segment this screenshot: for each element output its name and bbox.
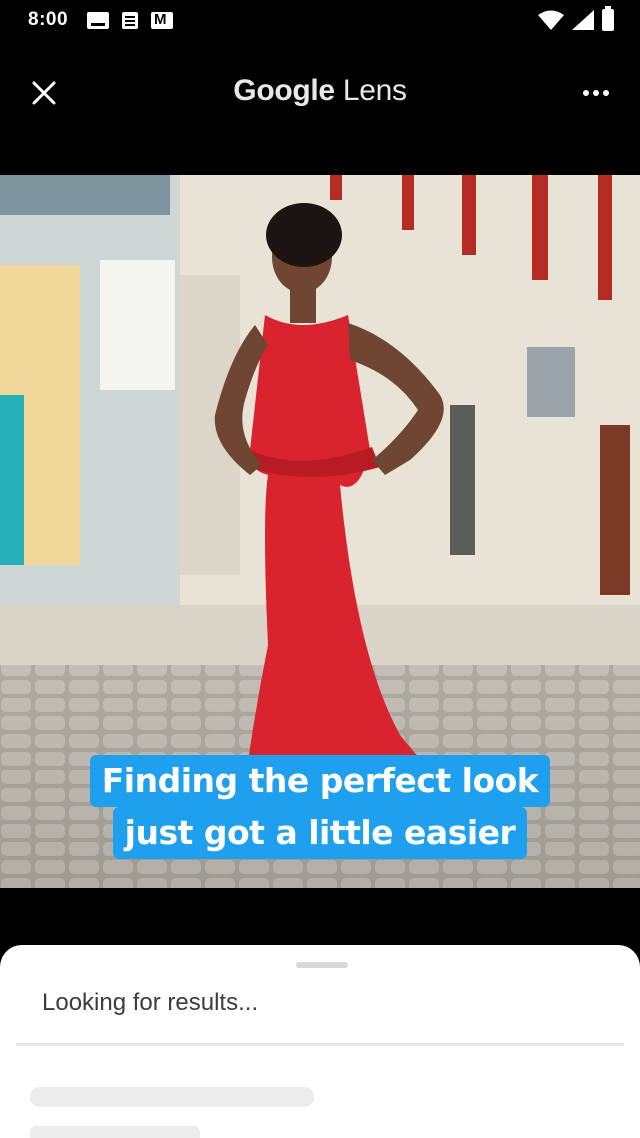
- results-status: Looking for results...: [42, 989, 259, 1016]
- more-dot: [593, 90, 599, 96]
- title-lens: Lens: [342, 74, 407, 107]
- caption-line-2: just got a little easier: [112, 807, 528, 859]
- divider: [16, 1043, 624, 1046]
- close-button[interactable]: [24, 73, 64, 113]
- search-image[interactable]: Finding the perfect look just got a litt…: [0, 175, 640, 888]
- promo-caption: Finding the perfect look just got a litt…: [0, 755, 640, 859]
- loading-placeholder: [30, 1126, 200, 1138]
- status-bar: 8:00: [0, 0, 640, 40]
- more-dot: [603, 90, 609, 96]
- caption-line-1: Finding the perfect look: [89, 755, 551, 807]
- battery-icon: [602, 6, 614, 31]
- clock: 8:00: [28, 9, 69, 30]
- sheet-drag-handle[interactable]: [296, 962, 348, 968]
- signal-icon: [572, 10, 594, 30]
- title-google: Google: [233, 74, 335, 107]
- gmail-icon: [151, 11, 174, 29]
- app-bar: Google Lens: [0, 55, 640, 127]
- message-icon: [87, 11, 110, 29]
- wifi-icon: [538, 10, 564, 30]
- page-title: Google Lens: [233, 74, 407, 108]
- more-options-button[interactable]: [576, 73, 616, 113]
- close-icon: [32, 81, 56, 105]
- loading-placeholder: [30, 1087, 314, 1107]
- more-dot: [583, 90, 589, 96]
- document-icon: [122, 11, 139, 29]
- results-sheet[interactable]: Looking for results...: [0, 945, 640, 1138]
